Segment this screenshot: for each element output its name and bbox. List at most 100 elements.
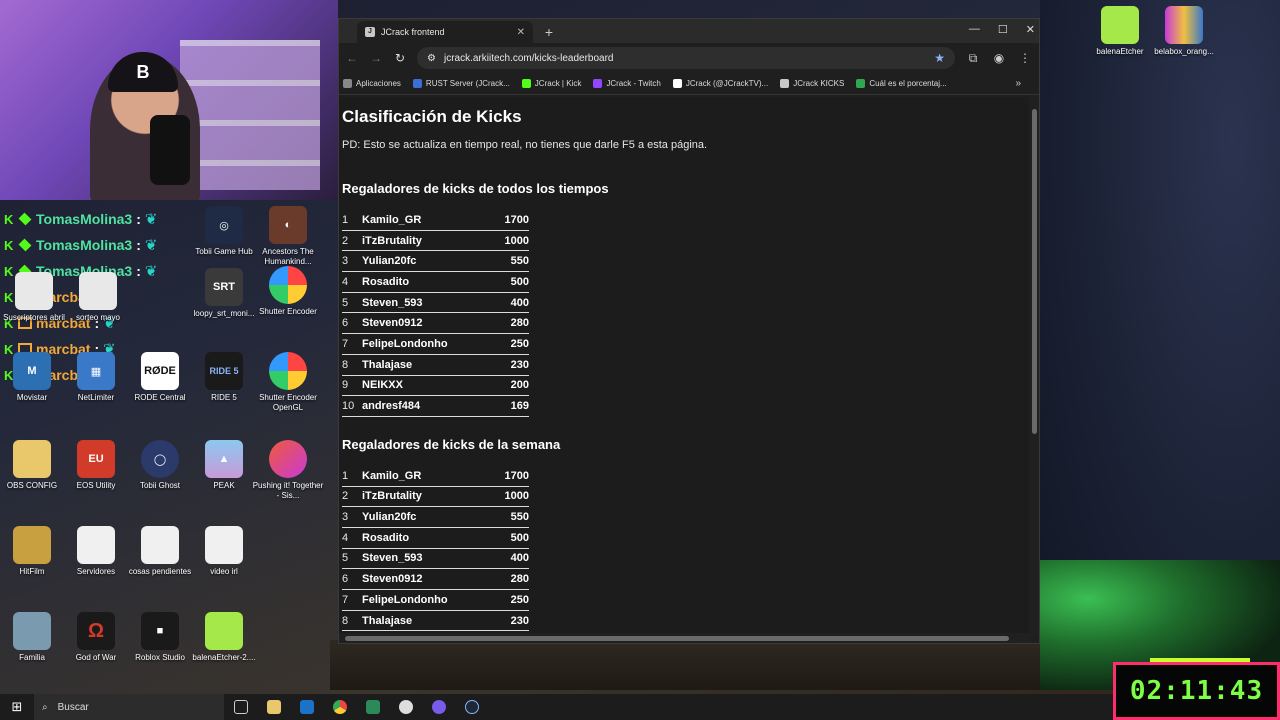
desktop-icon-netlimiter[interactable]: ▦ NetLimiter (64, 352, 128, 403)
bookmark-item[interactable]: JCrack | Kick (521, 79, 581, 88)
desktop-icon-peak[interactable]: ▲ PEAK (192, 440, 256, 491)
document-icon (205, 526, 243, 564)
kick-logo-icon: K (4, 237, 14, 253)
leaderboard-row: 4 Rosadito 500 (342, 528, 529, 549)
tab-jcrack-frontend[interactable]: J JCrack frontend ✕ (357, 21, 533, 43)
steam-icon[interactable] (455, 694, 488, 720)
scroll-thumb[interactable] (345, 636, 1009, 641)
horizontal-scrollbar[interactable] (339, 633, 1031, 643)
close-tab-icon[interactable]: ✕ (517, 27, 525, 38)
windows-start-icon[interactable]: ⊞ (0, 699, 34, 715)
forward-arrow-icon[interactable]: → (369, 51, 383, 65)
close-window-icon[interactable]: ✕ (1026, 23, 1035, 36)
desktop-icon-hitfilm[interactable]: HitFilm (0, 526, 64, 577)
outlook-icon[interactable] (290, 694, 323, 720)
vertical-scrollbar[interactable] (1029, 97, 1039, 635)
chrome-icon[interactable] (323, 694, 356, 720)
leaderboard-row: 1 Kamilo_GR 1700 (342, 466, 529, 487)
kick-amount: 550 (510, 255, 529, 268)
menu-kebab-icon[interactable]: ⋮ (1017, 51, 1033, 65)
reload-icon[interactable]: ↻ (393, 51, 407, 65)
bookmark-item[interactable]: Cuál es el porcentaj... (856, 79, 947, 88)
username: iTzBrutality (362, 234, 422, 247)
rank-number: 8 (342, 358, 349, 371)
taskbar-search[interactable]: ⌕ Buscar (34, 694, 224, 720)
kick-amount: 250 (510, 593, 529, 606)
desktop-icon-video-irl[interactable]: video irl (192, 526, 256, 577)
rank-number: 1 (342, 469, 349, 482)
desktop-icon-servidores[interactable]: Servidores (64, 526, 128, 577)
bookmark-item[interactable]: JCrack KICKS (780, 79, 844, 88)
desktop-icon-loopy-srt[interactable]: SRT loopy_srt_moni... (192, 268, 256, 319)
obs-icon[interactable] (389, 694, 422, 720)
desktop-icon-balenaetcher[interactable]: balenaEtcher (1088, 6, 1152, 57)
document-icon (15, 272, 53, 310)
address-bar[interactable]: ⚙ jcrack.arkiitech.com/kicks-leaderboard… (417, 47, 955, 69)
weekly-heading: Regaladores de kicks de la semana (342, 436, 561, 452)
desktop-icon-obs-config[interactable]: OBS CONFIG (0, 440, 64, 491)
kick-amount: 1700 (504, 213, 529, 226)
shutter-encoder-icon (269, 266, 307, 304)
leaderboard-row: 8 Thalajase 230 (342, 355, 529, 376)
chat-username: TomasMolina3 (36, 237, 133, 253)
desktop-icon-cosas-pendientes[interactable]: cosas pendientes (128, 526, 192, 577)
maximize-icon[interactable]: ☐ (998, 23, 1008, 36)
taskbar: ⊞ ⌕ Buscar (0, 694, 1280, 720)
site-info-icon[interactable]: ⚙ (427, 53, 436, 64)
tab-title: JCrack frontend (381, 27, 445, 37)
desktop-icon-balenaetcher-zip[interactable]: balenaEtcher-2.... (192, 612, 256, 663)
microphone (150, 115, 190, 185)
movistar-icon: M (13, 352, 51, 390)
new-tab-button[interactable]: + (539, 21, 559, 43)
tobii-ghost-icon: ◯ (141, 440, 179, 478)
rank-number: 5 (342, 296, 349, 309)
bookmark-item[interactable]: RUST Server (JCrack... (412, 79, 510, 88)
chat-separator: : (136, 211, 141, 227)
extensions-icon[interactable]: ⧉ (965, 51, 981, 66)
bookmark-item[interactable]: JCrack - Twitch (593, 79, 661, 88)
task-view-icon[interactable] (224, 694, 257, 720)
username: Steven_593 (362, 296, 423, 309)
bookmark-item[interactable]: JCrack (@JCrackTV)... (672, 79, 768, 88)
bookmark-favicon-icon (856, 79, 866, 88)
document-icon (141, 526, 179, 564)
leaderboard-row: 5 Steven_593 400 (342, 549, 529, 570)
file-explorer-icon[interactable] (257, 694, 290, 720)
desktop-icon-pushing-it[interactable]: Pushing it! Together - Sis... (253, 440, 323, 501)
desktop-icon-belabox[interactable]: belabox_orang... (1152, 6, 1216, 57)
desktop-icon-tobii-ghost[interactable]: ◯ Tobii Ghost (128, 440, 192, 491)
desktop-icon-eos-utility[interactable]: EU EOS Utility (64, 440, 128, 491)
desktop-icon-ancestors[interactable]: ◐ Ancestors The Humankind... (256, 206, 320, 267)
scroll-thumb[interactable] (1032, 109, 1037, 434)
desktop-icon-movistar[interactable]: M Movistar (0, 352, 64, 403)
bookmark-item[interactable]: Aplicaciones (343, 79, 401, 88)
back-arrow-icon[interactable]: ← (345, 51, 359, 65)
bookmark-star-icon[interactable]: ★ (934, 51, 945, 65)
tab-bar: J JCrack frontend ✕ + — ☐ ✕ (339, 19, 1039, 43)
feather-emote-icon: ❦ (144, 211, 158, 228)
desktop-icon-god-of-war[interactable]: Ω God of War (64, 612, 128, 663)
discord-icon[interactable] (422, 694, 455, 720)
leaderboard-row: 3 Yulian20fc 550 (342, 507, 529, 528)
desktop-icon-rode-central[interactable]: RØDE RODE Central (128, 352, 192, 403)
app-icon[interactable] (356, 694, 389, 720)
desktop-icon-shutter-encoder[interactable]: Shutter Encoder (256, 266, 320, 317)
desktop-icon-suscriptores[interactable]: Suscriptores abril (2, 272, 66, 323)
desktop-icon-familia[interactable]: Familia (0, 612, 64, 663)
minimize-icon[interactable]: — (969, 23, 980, 36)
desktop-icon-sorteo[interactable]: sorteo mayo (66, 272, 130, 323)
rank-number: 6 (342, 317, 349, 330)
desktop-icon-ride5[interactable]: RIDE 5 RIDE 5 (192, 352, 256, 403)
bookmark-label: Cuál es el porcentaj... (869, 79, 947, 88)
kick-amount: 400 (510, 552, 529, 565)
document-icon (77, 526, 115, 564)
leaderboard-row: 8 Thalajase 230 (342, 611, 529, 632)
desktop-icon-roblox-studio[interactable]: ■ Roblox Studio (128, 612, 192, 663)
bookmarks-overflow-icon[interactable]: » (1015, 78, 1035, 89)
username: NEIKXX (362, 379, 403, 392)
profile-icon[interactable]: ◉ (991, 51, 1007, 65)
rank-number: 5 (342, 552, 349, 565)
desktop-icon-shutter-encoder-opengl[interactable]: Shutter Encoder OpenGL (256, 352, 320, 413)
all-time-heading: Regaladores de kicks de todos los tiempo… (342, 181, 609, 196)
desktop-icon-tobii-game-hub[interactable]: ◎ Tobii Game Hub (192, 206, 256, 257)
